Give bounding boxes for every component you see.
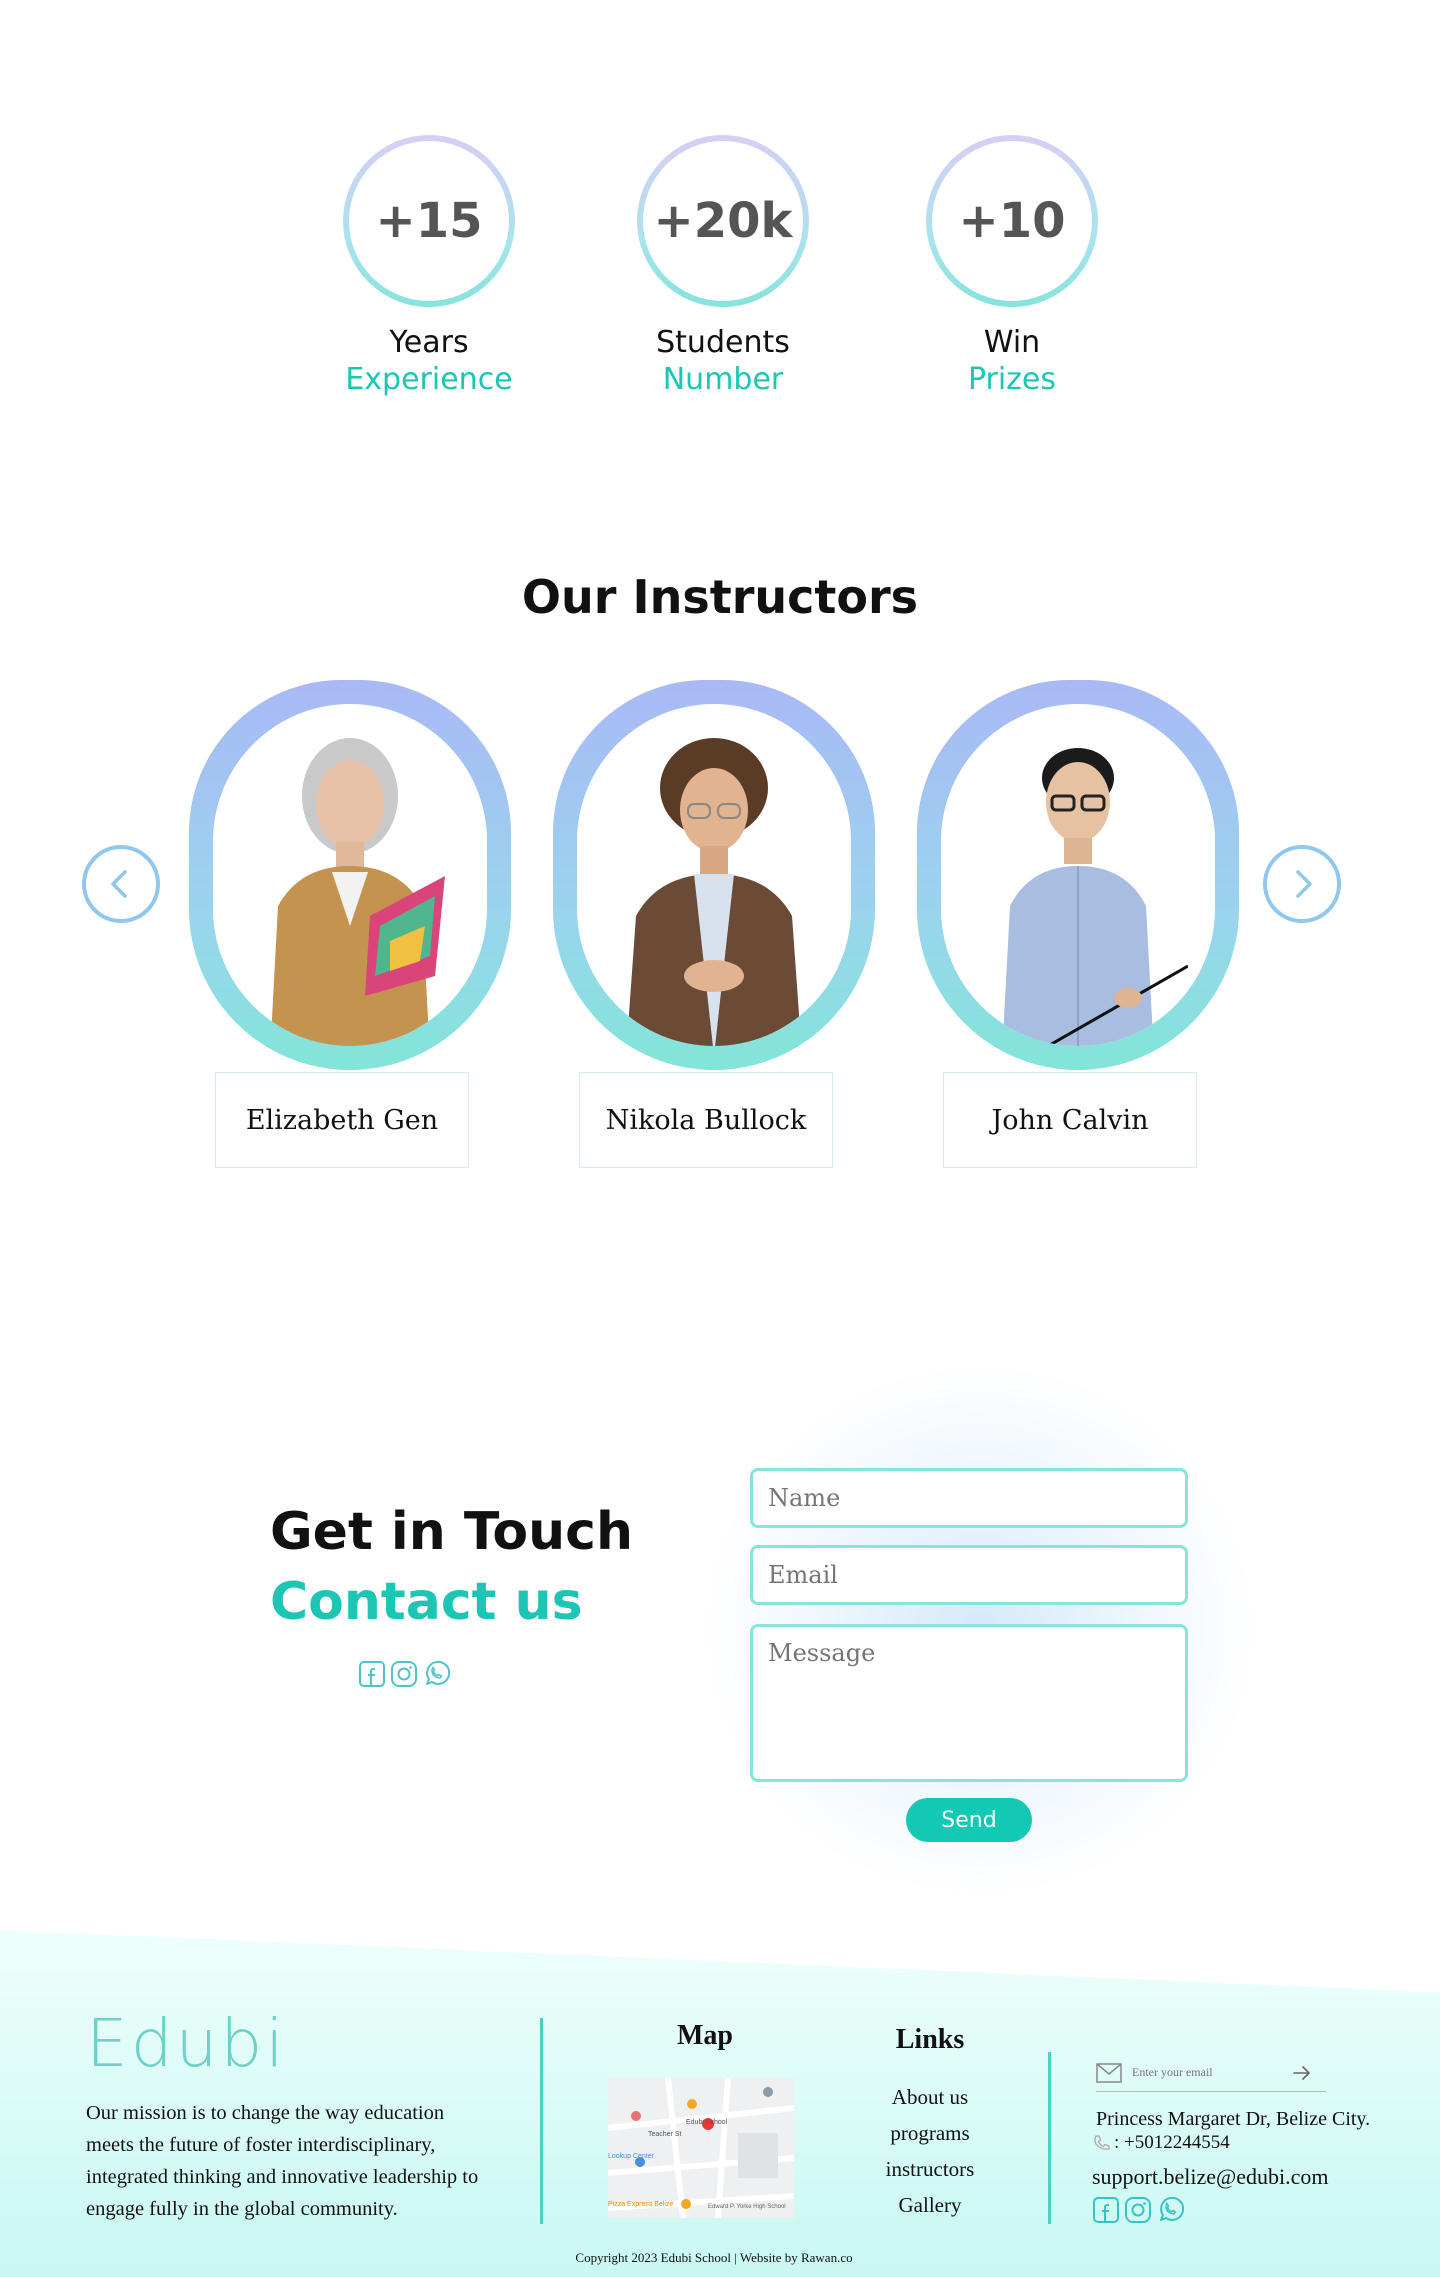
footer-phone: : +5012244554 [1092, 2132, 1230, 2154]
instructor-photo [270, 738, 445, 1046]
chevron-right-icon [1296, 870, 1312, 898]
instructor-photo [626, 738, 802, 1046]
stat-value: +10 [932, 141, 1092, 301]
whatsapp-icon[interactable] [422, 1660, 450, 1688]
stat-ring: +10 [926, 135, 1098, 307]
portrait-frame [189, 680, 511, 1070]
arrow-right-icon[interactable] [1292, 2065, 1312, 2081]
stat-students: +20k Students Number [623, 135, 823, 397]
stat-ring: +20k [637, 135, 809, 307]
stat-label: Students [656, 325, 790, 360]
carousel-prev-button[interactable] [82, 845, 160, 923]
facebook-icon[interactable] [1092, 2196, 1120, 2224]
stat-prizes: +10 Win Prizes [912, 135, 1112, 397]
portrait-area [213, 704, 487, 1046]
portrait-area [577, 704, 851, 1046]
mail-icon [1096, 2062, 1122, 2083]
portrait-frame [553, 680, 875, 1070]
map-label: Edward P. Yorke High School [708, 2204, 786, 2210]
message-textarea[interactable] [750, 1624, 1188, 1782]
name-input[interactable] [750, 1468, 1188, 1528]
stat-experience: +15 Years Experience [329, 135, 529, 397]
footer-divider [540, 2018, 543, 2224]
map-image: Edubi School Teacher St Lookup Center Pi… [608, 2078, 794, 2218]
footer-social-links [1092, 2196, 1184, 2224]
map-label: Teacher St [648, 2131, 682, 2138]
instructors-title: Our Instructors [521, 570, 919, 624]
footer-links: About us programs instructors Gallery [860, 2080, 1000, 2224]
chevron-left-icon [111, 870, 127, 898]
stat-label: Years [389, 325, 469, 360]
map-label: Pizza Express Belize [608, 2201, 673, 2208]
stat-value: +15 [349, 141, 509, 301]
instructor-card[interactable]: John Calvin [917, 680, 1239, 1168]
link-gallery[interactable]: Gallery [860, 2188, 1000, 2224]
instructor-card[interactable]: Nikola Bullock [553, 680, 875, 1168]
phone-number: : +5012244554 [1114, 2132, 1230, 2153]
whatsapp-icon[interactable] [1156, 2196, 1184, 2224]
contact-social-links [358, 1660, 450, 1688]
instructor-name: Elizabeth Gen [215, 1072, 469, 1168]
phone-icon [1094, 2135, 1110, 2150]
stat-sublabel: Experience [345, 362, 513, 397]
link-about[interactable]: About us [860, 2080, 1000, 2116]
send-button[interactable]: Send [906, 1798, 1032, 1842]
stat-ring: +15 [343, 135, 515, 307]
stat-sublabel: Prizes [967, 362, 1057, 397]
portrait-area [941, 704, 1215, 1046]
instructor-photo [1002, 748, 1188, 1046]
link-instructors[interactable]: instructors [860, 2152, 1000, 2188]
footer-address: Princess Margaret Dr, Belize City. [1096, 2108, 1371, 2130]
footer-divider [1048, 2052, 1051, 2224]
instructor-name: John Calvin [943, 1072, 1197, 1168]
contact-title: Get in Touch [270, 1502, 634, 1562]
newsletter-email-input[interactable] [1132, 2065, 1282, 2080]
instructor-card[interactable]: Elizabeth Gen [189, 680, 511, 1168]
map-label: Edubi School [686, 2119, 728, 2126]
instagram-icon[interactable] [1124, 2196, 1152, 2224]
map-label: Lookup Center [608, 2153, 655, 2160]
footer-logo: Edubi [86, 2005, 287, 2082]
instructor-name: Nikola Bullock [579, 1072, 833, 1168]
newsletter-form [1096, 2054, 1326, 2092]
carousel-next-button[interactable] [1263, 845, 1341, 923]
link-programs[interactable]: programs [860, 2116, 1000, 2152]
mission-text: Our mission is to change the way educati… [86, 2102, 479, 2220]
map-title: Map [677, 2020, 733, 2051]
contact-subtitle: Contact us [270, 1572, 583, 1632]
stat-label: Win [983, 325, 1041, 360]
stat-value: +20k [643, 141, 803, 301]
portrait-frame [917, 680, 1239, 1070]
footer-email[interactable]: support.belize@edubi.com [1092, 2164, 1329, 2190]
facebook-icon[interactable] [358, 1660, 386, 1688]
map-embed[interactable]: Edubi School Teacher St Lookup Center Pi… [608, 2078, 794, 2218]
instagram-icon[interactable] [390, 1660, 418, 1688]
copyright: Copyright 2023 Edubi School | Website by… [575, 2250, 853, 2265]
stat-sublabel: Number [662, 362, 784, 397]
email-input[interactable] [750, 1545, 1188, 1605]
links-title: Links [895, 2024, 965, 2055]
